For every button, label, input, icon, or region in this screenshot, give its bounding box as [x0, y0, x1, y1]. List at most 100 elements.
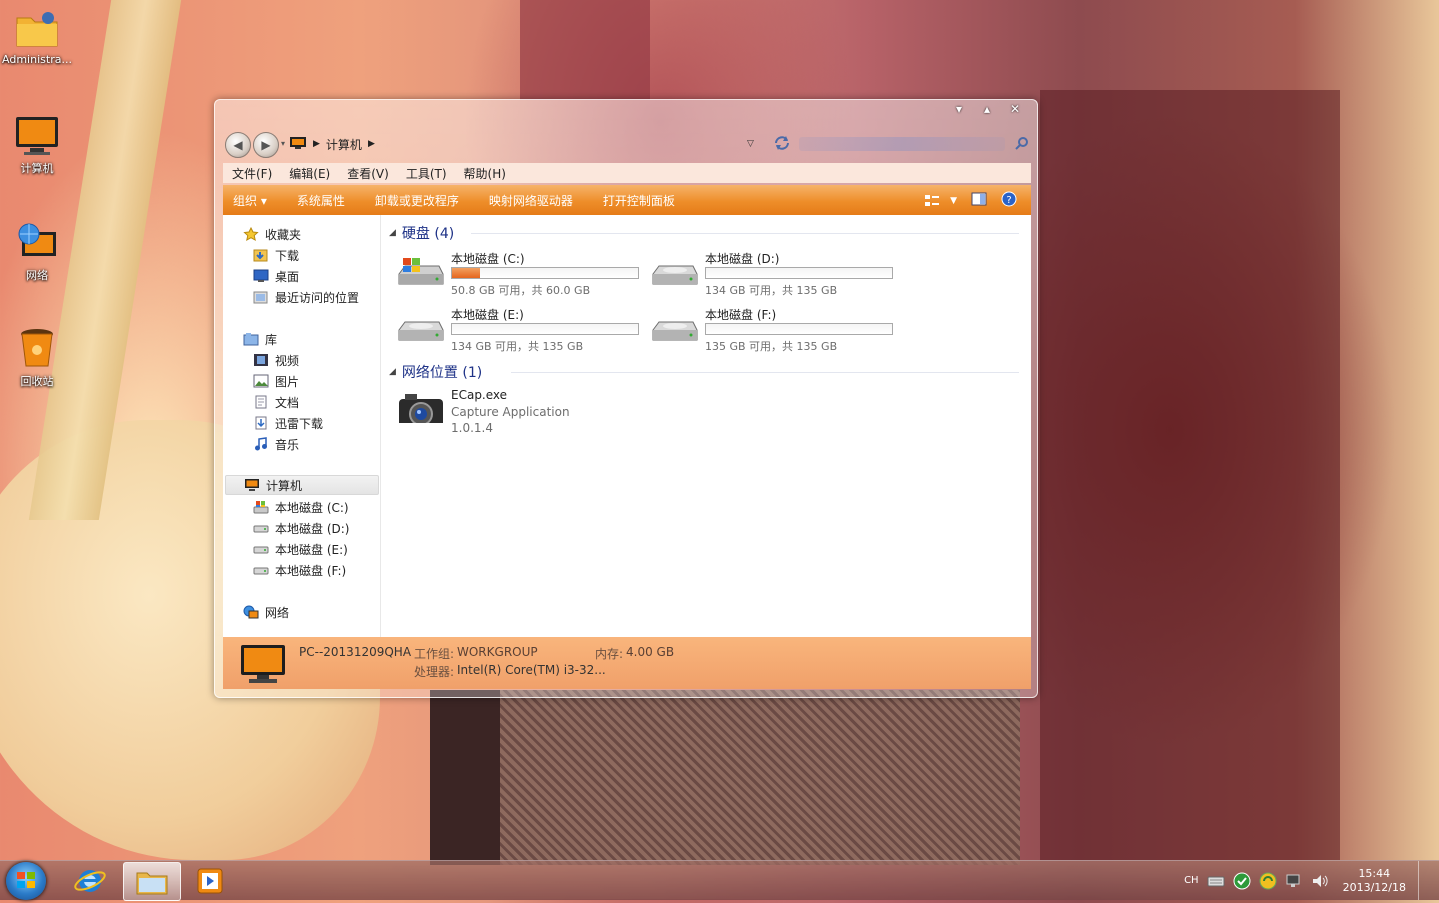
uninstall-program-button[interactable]: 卸载或更改程序 — [360, 192, 474, 209]
nav-item-downloads[interactable]: 下载 — [223, 245, 380, 265]
drive-tile-e[interactable]: 本地磁盘 (E:) 134 GB 可用，共 135 GB — [397, 304, 647, 356]
update-icon[interactable] — [1259, 872, 1277, 890]
taskbar-explorer[interactable] — [123, 862, 181, 901]
nav-item-documents[interactable]: 文档 — [223, 392, 380, 412]
change-view-button[interactable]: ▼ — [924, 194, 957, 208]
wallpaper-amplifier — [430, 690, 1020, 865]
breadcrumb-separator[interactable]: ▶ — [313, 139, 320, 149]
recycle-bin-icon — [14, 328, 60, 370]
recent-pages-dropdown[interactable]: ▾ — [281, 139, 285, 148]
network-globe-icon — [14, 222, 60, 264]
library-folder-icon — [243, 332, 259, 346]
breadcrumb-item-computer[interactable]: 计算机 — [326, 136, 362, 153]
wallpaper-figure — [520, 0, 650, 100]
system-properties-button[interactable]: 系统属性 — [282, 192, 360, 209]
search-icon[interactable] — [1015, 136, 1029, 153]
nav-item-drive-c[interactable]: 本地磁盘 (C:) — [223, 497, 380, 517]
taskbar-media-player[interactable] — [182, 862, 238, 899]
search-box[interactable] — [773, 133, 1029, 155]
security-shield-icon[interactable] — [1233, 872, 1251, 890]
item-description: Capture Application — [451, 405, 570, 419]
desktop-icon-recycle-bin[interactable]: 回收站 — [0, 328, 74, 389]
drive-free-space: 135 GB 可用，共 135 GB — [705, 340, 838, 353]
menu-file[interactable]: 文件(F) — [223, 165, 280, 182]
volume-icon[interactable] — [1311, 873, 1329, 889]
preview-pane-button[interactable] — [971, 192, 987, 209]
address-bar[interactable]: ▶ 计算机 ▶ — [289, 133, 751, 155]
search-input[interactable] — [799, 137, 1005, 151]
group-header-network-locations[interactable]: ◢ 网络位置 (1) — [389, 362, 482, 382]
nav-item-pictures[interactable]: 图片 — [223, 371, 380, 391]
address-history-dropdown[interactable]: ▽ — [747, 139, 754, 149]
system-drive-icon — [253, 500, 269, 514]
content-area: 收藏夹 下载 桌面 最近访问的位置 库 视频 图片 文档 迅雷下载 音乐 计算机… — [223, 215, 1031, 637]
nav-libraries[interactable]: 库 — [223, 329, 380, 349]
media-player-icon — [197, 868, 223, 893]
desktop-icon-network[interactable]: 网络 — [0, 222, 74, 283]
drive-tile-c[interactable]: 本地磁盘 (C:) 50.8 GB 可用，共 60.0 GB — [397, 248, 647, 300]
refresh-icon[interactable] — [773, 135, 791, 154]
document-icon — [253, 395, 269, 409]
forward-button[interactable]: ▶ — [253, 132, 279, 158]
cpu-label: 处理器: — [414, 665, 455, 679]
nav-item-drive-f[interactable]: 本地磁盘 (F:) — [223, 560, 380, 580]
maximize-button[interactable]: ▴ — [979, 102, 995, 116]
desktop-icon-label: 网络 — [26, 269, 48, 282]
music-note-icon — [253, 437, 269, 451]
hard-drive-icon — [652, 321, 698, 341]
nav-item-drive-d[interactable]: 本地磁盘 (D:) — [223, 518, 380, 538]
keyboard-icon[interactable] — [1207, 874, 1225, 888]
nav-item-drive-e[interactable]: 本地磁盘 (E:) — [223, 539, 380, 559]
drive-usage-bar — [451, 323, 639, 335]
group-header-hard-disks[interactable]: ◢ 硬盘 (4) — [389, 223, 454, 243]
drive-tile-d[interactable]: 本地磁盘 (D:) 134 GB 可用，共 135 GB — [651, 248, 901, 300]
menu-edit[interactable]: 编辑(E) — [280, 165, 338, 182]
show-desktop-button[interactable] — [1418, 861, 1429, 900]
memory-label: 内存: — [595, 647, 624, 661]
nav-item-recent-places[interactable]: 最近访问的位置 — [223, 287, 380, 307]
breadcrumb-separator[interactable]: ▶ — [368, 139, 375, 149]
nav-favorites[interactable]: 收藏夹 — [223, 224, 380, 244]
drive-free-space: 50.8 GB 可用，共 60.0 GB — [451, 284, 591, 297]
file-list-area: ◢ 硬盘 (4) 本地磁盘 (C:) 50.8 GB 可用，共 60.0 GB … — [381, 215, 1031, 637]
start-button[interactable] — [6, 862, 46, 900]
language-indicator[interactable]: CH — [1184, 875, 1199, 886]
computer-icon — [289, 136, 307, 153]
help-button[interactable]: ? — [1001, 191, 1017, 210]
map-network-drive-button[interactable]: 映射网络驱动器 — [474, 192, 588, 209]
workgroup-label: 工作组: — [414, 647, 455, 661]
computer-icon — [244, 478, 260, 492]
nav-computer[interactable]: 计算机 — [225, 475, 379, 495]
group-divider — [511, 372, 1019, 373]
network-status-icon[interactable] — [1285, 873, 1303, 889]
wallpaper-cabinet — [1040, 90, 1340, 860]
desktop-icon-computer[interactable]: 计算机 — [0, 115, 74, 176]
nav-item-desktop[interactable]: 桌面 — [223, 266, 380, 286]
nav-network[interactable]: 网络 — [223, 602, 380, 622]
nav-item-music[interactable]: 音乐 — [223, 434, 380, 454]
nav-item-thunder-downloads[interactable]: 迅雷下载 — [223, 413, 380, 433]
command-bar-right-tools: ▼ ? — [924, 191, 1017, 210]
minimize-button[interactable]: ▾ — [951, 102, 967, 116]
menu-view[interactable]: 查看(V) — [338, 165, 397, 182]
close-button[interactable]: ✕ — [1007, 102, 1023, 116]
menu-help[interactable]: 帮助(H) — [455, 165, 514, 182]
network-item-ecap[interactable]: ECap.exe Capture Application 1.0.1.4 — [397, 387, 647, 447]
drive-tile-f[interactable]: 本地磁盘 (F:) 135 GB 可用，共 135 GB — [651, 304, 901, 356]
menu-tools[interactable]: 工具(T) — [397, 165, 455, 182]
organize-button[interactable]: 组织 ▾ — [223, 192, 282, 209]
nav-item-videos[interactable]: 视频 — [223, 350, 380, 370]
downloads-folder-icon — [253, 248, 269, 262]
network-icon — [243, 605, 259, 619]
folder-icon — [14, 8, 60, 50]
taskbar-internet-explorer[interactable] — [62, 862, 118, 899]
item-version: 1.0.1.4 — [451, 421, 493, 435]
drive-free-space: 134 GB 可用，共 135 GB — [705, 284, 838, 297]
clock[interactable]: 15:44 2013/12/18 — [1343, 867, 1406, 895]
back-button[interactable]: ◀ — [225, 132, 251, 158]
workgroup-value: WORKGROUP — [457, 645, 538, 659]
arrow-right-icon: ▶ — [261, 138, 271, 152]
computer-icon — [241, 645, 285, 683]
desktop-icon-user-folder[interactable]: Administra... — [0, 8, 74, 66]
open-control-panel-button[interactable]: 打开控制面板 — [588, 192, 690, 209]
